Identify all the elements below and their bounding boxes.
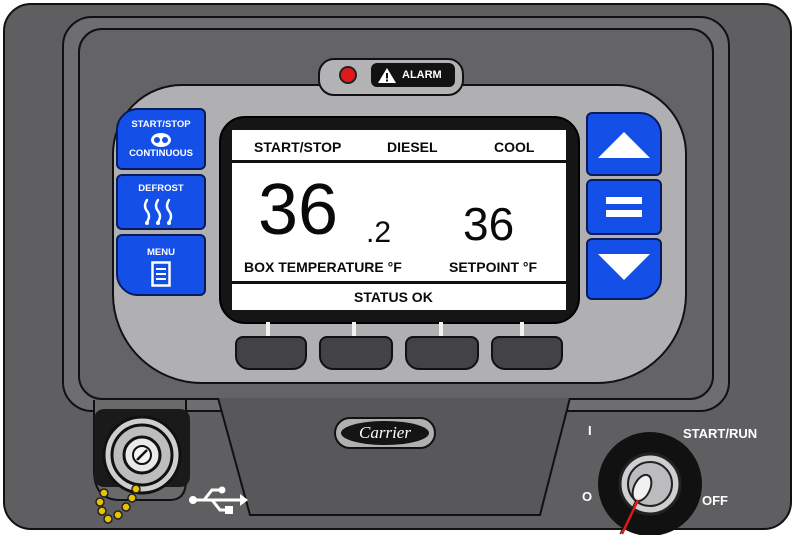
carrier-logo: Carrier — [341, 421, 429, 445]
switch-start-run-label: START/RUN — [683, 426, 758, 441]
usb-port[interactable] — [88, 405, 198, 530]
carrier-logo-text: Carrier — [359, 423, 411, 442]
switch-on-position-label: I — [588, 423, 592, 438]
switch-off-position-label: O — [582, 489, 593, 504]
usb-icon — [189, 486, 248, 514]
switch-off-label: OFF — [702, 493, 728, 508]
start-run-switch[interactable] — [594, 430, 710, 535]
